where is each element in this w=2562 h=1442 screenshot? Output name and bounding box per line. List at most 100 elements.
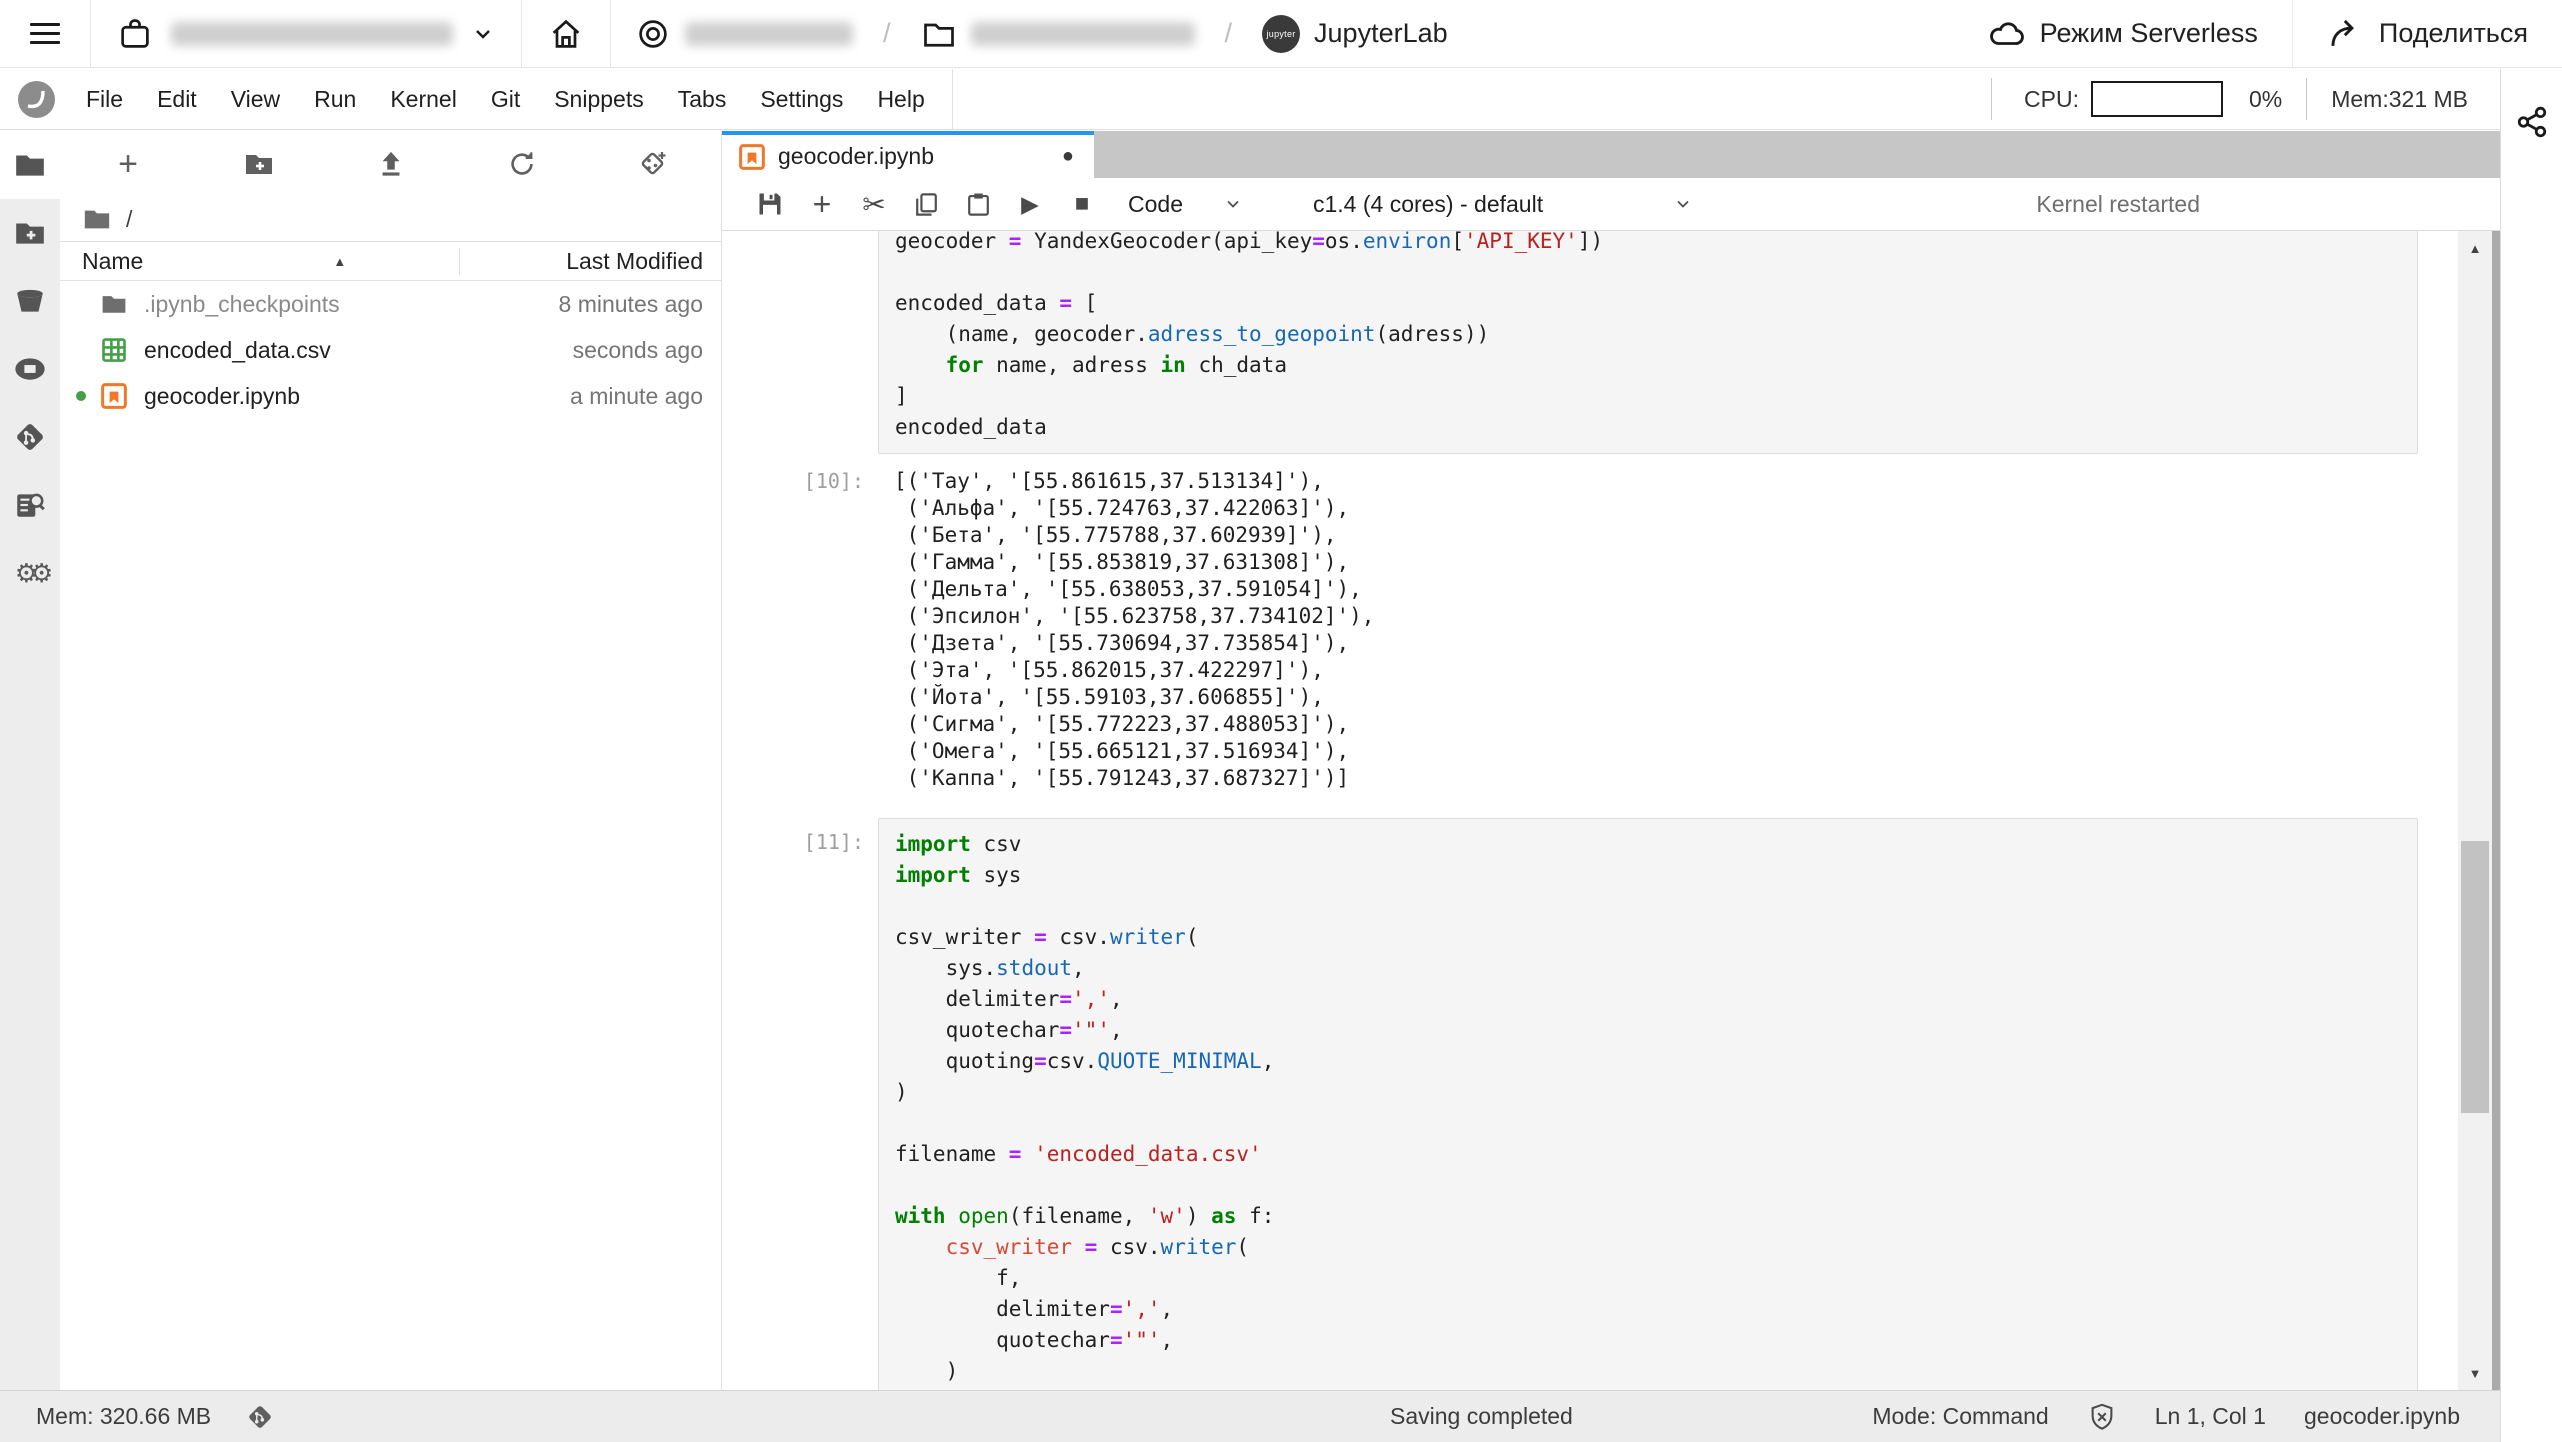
file-name: encoded_data.csv	[144, 336, 331, 363]
kernel-running-dot	[76, 391, 86, 401]
breadcrumb-item-redacted[interactable]	[970, 21, 1195, 46]
menu-view[interactable]: View	[214, 86, 297, 113]
hamburger-menu-button[interactable]	[0, 17, 90, 50]
tab-geocoder-notebook[interactable]: geocoder.ipynb ●	[722, 131, 1094, 178]
new-launcher-button[interactable]: +	[108, 144, 148, 184]
menu-file[interactable]: File	[69, 86, 140, 113]
menu-help[interactable]: Help	[860, 86, 941, 113]
menu-tabs[interactable]: Tabs	[661, 86, 744, 113]
breadcrumb-item-redacted[interactable]	[685, 21, 853, 46]
topbar-actions: Режим Serverless Поделиться	[1954, 0, 2562, 67]
home-button[interactable]	[522, 0, 610, 67]
sidebar-tab-git[interactable]	[0, 403, 60, 471]
sidebar-tab-inspector[interactable]	[0, 471, 60, 539]
refresh-icon	[507, 149, 537, 179]
code-cell[interactable]: [11]: import csv import sys csv_writer = c…	[782, 818, 2418, 1390]
status-bar: Mem: 320.66 MB Saving completed Mode: Co…	[0, 1390, 2500, 1442]
menu-kernel[interactable]: Kernel	[373, 86, 473, 113]
folder-icon	[13, 148, 47, 182]
column-header-modified[interactable]: Last Modified	[459, 247, 721, 275]
menu-git[interactable]: Git	[474, 86, 537, 113]
cell-prompt: [10]:	[803, 469, 864, 493]
breadcrumb-path: /	[126, 205, 133, 232]
cell-editor[interactable]: geocoder = YandexGeocoder(api_key=os.env…	[878, 231, 2418, 454]
share-nodes-icon[interactable]	[2515, 105, 2549, 139]
kernel-name: c1.4 (4 cores) - default	[1312, 190, 1544, 217]
serverless-mode-button[interactable]: Режим Serverless	[1954, 0, 2292, 67]
file-browser: + / Name ▲ Last Modified .ipynb_checkpoi…	[60, 131, 722, 1390]
git-clone-button[interactable]	[633, 144, 673, 184]
product-title: JupyterLab	[1314, 18, 1448, 48]
notebook-scrollbar[interactable]: ▲ ▼	[2458, 231, 2492, 1390]
jupyter-logo: jupyter	[1262, 14, 1301, 53]
cpu-label: CPU:	[2024, 85, 2079, 112]
share-button[interactable]: Поделиться	[2293, 0, 2562, 67]
sidebar-tab-settings[interactable]: ⚙⚙	[0, 539, 60, 607]
cell-type-value: Code	[1128, 190, 1183, 217]
file-row-.ipynb_checkpoints[interactable]: .ipynb_checkpoints 8 minutes ago	[60, 281, 721, 327]
file-browser-toolbar: +	[60, 131, 721, 197]
cpu-usage-bar	[2090, 81, 2223, 117]
file-row-encoded_data.csv[interactable]: encoded_data.csv seconds ago	[60, 327, 721, 373]
kernel-select[interactable]: c1.4 (4 cores) - default	[1293, 184, 1713, 224]
code-cell[interactable]: geocoder = YandexGeocoder(api_key=os.env…	[782, 231, 2418, 454]
interrupt-kernel-button[interactable]: ■	[1056, 184, 1108, 224]
output-cell[interactable]: [10]: [('Тау', '[55.861615,37.513134]'), …	[782, 464, 2418, 792]
cloud-icon	[1988, 15, 2026, 53]
statusbar-left: Mem: 320.66 MB	[0, 1402, 275, 1432]
spreadsheet-icon	[102, 338, 126, 362]
menu-run[interactable]: Run	[297, 86, 373, 113]
project-target-icon	[635, 16, 671, 52]
upload-icon	[376, 149, 406, 179]
cell-type-select[interactable]: Code	[1108, 184, 1263, 224]
sidebar-tab-new-folder[interactable]	[0, 199, 60, 267]
new-folder-button[interactable]	[239, 144, 279, 184]
sidebar-tab-file-browser[interactable]	[0, 131, 60, 199]
file-row-geocoder.ipynb[interactable]: geocoder.ipynb a minute ago	[60, 373, 721, 419]
chevron-down-icon	[471, 22, 495, 46]
unsaved-changes-dot[interactable]: ●	[1062, 145, 1074, 168]
sort-ascending-icon: ▲	[333, 253, 347, 269]
right-rail	[2500, 69, 2562, 1442]
trust-shield-icon[interactable]	[2087, 1402, 2117, 1432]
workspace-switcher[interactable]	[91, 0, 521, 67]
copy-cells-button[interactable]	[900, 184, 952, 224]
cell-editor[interactable]: import csv import sys csv_writer = csv.wr…	[878, 818, 2418, 1390]
menu-settings[interactable]: Settings	[743, 86, 860, 113]
folder-icon	[921, 16, 957, 52]
column-header-name[interactable]: Name ▲	[60, 248, 459, 275]
folder-plus-icon	[13, 216, 47, 250]
sidebar-tab-running-sessions[interactable]	[0, 335, 60, 403]
breadcrumb-separator: /	[883, 18, 891, 48]
breadcrumb: / / jupyter JupyterLab	[611, 0, 1472, 67]
upload-button[interactable]	[371, 144, 411, 184]
command-mode-indicator[interactable]: Mode: Command	[1872, 1403, 2048, 1430]
scrollbar-down-arrow[interactable]: ▼	[2458, 1356, 2492, 1390]
git-status-icon[interactable]	[245, 1402, 275, 1432]
run-cell-button[interactable]: ▶	[1004, 184, 1056, 224]
sidebar-tab-bucket[interactable]	[0, 267, 60, 335]
cpu-usage-value: 0%	[2248, 85, 2283, 112]
paste-cells-button[interactable]	[952, 184, 1004, 224]
memory-usage-label: Mem:321 MB	[2331, 85, 2468, 112]
tab-title: geocoder.ipynb	[778, 143, 935, 169]
insert-cell-button[interactable]: +	[796, 184, 848, 224]
file-browser-breadcrumb[interactable]: /	[60, 197, 721, 241]
resource-usage: CPU: 0% Mem:321 MB	[1991, 69, 2500, 129]
run-icon: ▶	[1021, 190, 1039, 217]
refresh-button[interactable]	[502, 144, 542, 184]
folder-plus-icon	[243, 148, 275, 180]
divider	[951, 69, 953, 129]
save-button[interactable]	[744, 184, 796, 224]
notebook-file-icon	[101, 383, 127, 409]
menu-snippets[interactable]: Snippets	[537, 86, 661, 113]
menu-edit[interactable]: Edit	[140, 86, 214, 113]
scrollbar-thumb[interactable]	[2461, 841, 2489, 1113]
cut-cells-button[interactable]: ✂	[848, 184, 900, 224]
file-list: .ipynb_checkpoints 8 minutes ago encoded_d…	[60, 281, 721, 419]
serverless-mode-label: Режим Serverless	[2039, 18, 2258, 48]
scrollbar-up-arrow[interactable]: ▲	[2458, 231, 2492, 265]
file-modified: seconds ago	[572, 336, 703, 363]
cursor-position[interactable]: Ln 1, Col 1	[2155, 1403, 2266, 1430]
kernel-status: Kernel restarted	[2036, 190, 2200, 217]
